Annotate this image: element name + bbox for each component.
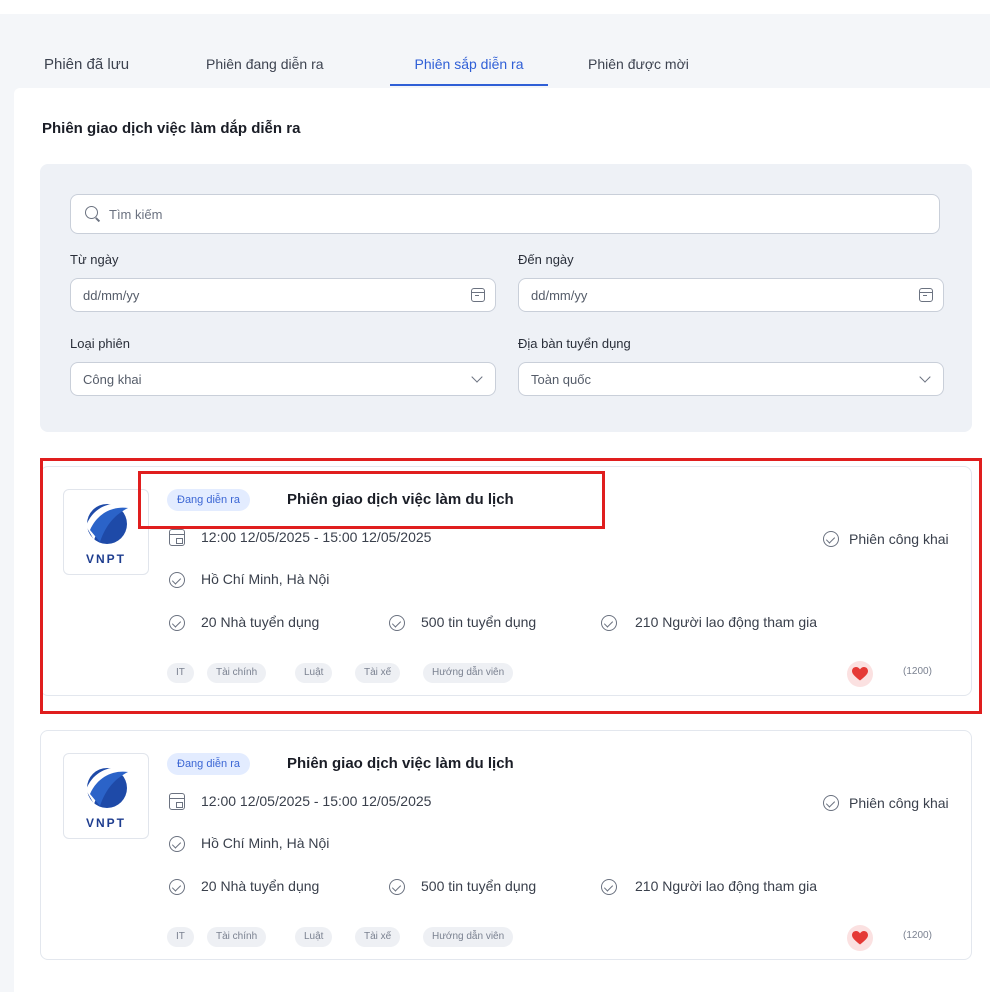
chevron-down-icon[interactable] — [471, 371, 483, 383]
worker-count: 210 Người lao động tham gia — [635, 878, 817, 894]
check-circle-icon — [823, 531, 839, 547]
vnpt-logo-icon — [86, 503, 130, 544]
session-visibility: Phiên công khai — [849, 531, 949, 547]
status-badge: Đang diễn ra — [167, 753, 250, 775]
company-logo: VNPT — [63, 753, 149, 839]
tag-chip: IT — [167, 663, 194, 683]
calendar-icon[interactable] — [471, 288, 485, 302]
from-date-label: Từ ngày — [70, 252, 119, 267]
check-circle-icon — [389, 615, 405, 631]
session-datetime: 12:00 12/05/2025 - 15:00 12/05/2025 — [201, 529, 432, 545]
check-circle-icon — [601, 879, 617, 895]
session-title[interactable]: Phiên giao dịch việc làm du lịch — [287, 755, 514, 772]
session-type-label: Loại phiên — [70, 336, 130, 351]
session-card[interactable]: VNPT Đang diễn ra Phiên giao dịch việc l… — [40, 466, 972, 696]
top-strip — [0, 0, 990, 14]
to-date-placeholder: dd/mm/yy — [531, 287, 588, 303]
worker-count: 210 Người lao động tham gia — [635, 614, 817, 630]
check-circle-icon — [601, 615, 617, 631]
session-title[interactable]: Phiên giao dịch việc làm du lịch — [287, 491, 514, 508]
check-circle-icon — [823, 795, 839, 811]
session-type-value: Công khai — [83, 371, 142, 387]
search-icon — [85, 206, 101, 222]
to-date-field[interactable]: dd/mm/yy — [518, 278, 944, 312]
section-title: Phiên giao dịch việc làm dắp diễn ra — [42, 120, 301, 137]
tab-ongoing-sessions[interactable]: Phiên đang diễn ra — [206, 44, 376, 86]
like-count: (1200) — [903, 666, 932, 677]
logo-text: VNPT — [85, 552, 126, 566]
like-count: (1200) — [903, 930, 932, 941]
tag-chip: Hướng dẫn viên — [423, 927, 514, 947]
tag-chip: Tài chính — [207, 663, 267, 683]
employer-count: 20 Nhà tuyển dụng — [201, 878, 320, 894]
from-date-placeholder: dd/mm/yy — [83, 287, 140, 303]
session-datetime: 12:00 12/05/2025 - 15:00 12/05/2025 — [201, 793, 432, 809]
favorite-button[interactable] — [847, 925, 873, 951]
from-date-field[interactable]: dd/mm/yy — [70, 278, 496, 312]
heart-icon — [852, 931, 868, 945]
heart-icon — [852, 667, 868, 681]
check-circle-icon — [169, 879, 185, 895]
filter-box: Từ ngày dd/mm/yy Đến ngày dd/mm/yy Loại … — [40, 164, 972, 432]
calendar-icon[interactable] — [919, 288, 933, 302]
favorite-button[interactable] — [847, 661, 873, 687]
tag-chip: IT — [167, 927, 194, 947]
check-circle-icon — [169, 836, 185, 852]
chevron-down-icon[interactable] — [919, 371, 931, 383]
vnpt-logo-icon — [86, 767, 130, 808]
logo-text: VNPT — [85, 816, 126, 830]
region-select[interactable]: Toàn quốc — [518, 362, 944, 396]
tag-chip: Luật — [295, 663, 333, 683]
to-date-label: Đến ngày — [518, 252, 574, 267]
company-logo: VNPT — [63, 489, 149, 575]
session-location: Hồ Chí Minh, Hà Nội — [201, 835, 330, 851]
tab-saved-sessions[interactable]: Phiên đã lưu — [44, 44, 164, 86]
tag-chip: Tài xế — [355, 663, 401, 683]
region-value: Toàn quốc — [531, 371, 591, 387]
calendar-icon — [169, 529, 185, 546]
session-card[interactable]: VNPT Đang diễn ra Phiên giao dịch việc l… — [40, 730, 972, 960]
check-circle-icon — [169, 615, 185, 631]
calendar-icon — [169, 793, 185, 810]
job-count: 500 tin tuyển dụng — [421, 878, 537, 894]
main-panel: Phiên giao dịch việc làm dắp diễn ra Từ … — [14, 88, 990, 992]
check-circle-icon — [169, 572, 185, 588]
tab-upcoming-sessions[interactable]: Phiên sắp diễn ra — [390, 44, 548, 86]
employer-count: 20 Nhà tuyển dụng — [201, 614, 320, 630]
check-circle-icon — [389, 879, 405, 895]
search-box — [70, 194, 940, 234]
session-type-select[interactable]: Công khai — [70, 362, 496, 396]
tab-invited-sessions[interactable]: Phiên được mời — [588, 44, 728, 86]
tag-chip: Luật — [295, 927, 333, 947]
session-visibility: Phiên công khai — [849, 795, 949, 811]
job-count: 500 tin tuyển dụng — [421, 614, 537, 630]
status-badge: Đang diễn ra — [167, 489, 250, 511]
session-location: Hồ Chí Minh, Hà Nội — [201, 571, 330, 587]
tag-chip: Tài xế — [355, 927, 401, 947]
region-label: Địa bàn tuyển dụng — [518, 336, 631, 351]
tag-chip: Tài chính — [207, 927, 267, 947]
tag-chip: Hướng dẫn viên — [423, 663, 514, 683]
search-input[interactable] — [109, 206, 889, 222]
